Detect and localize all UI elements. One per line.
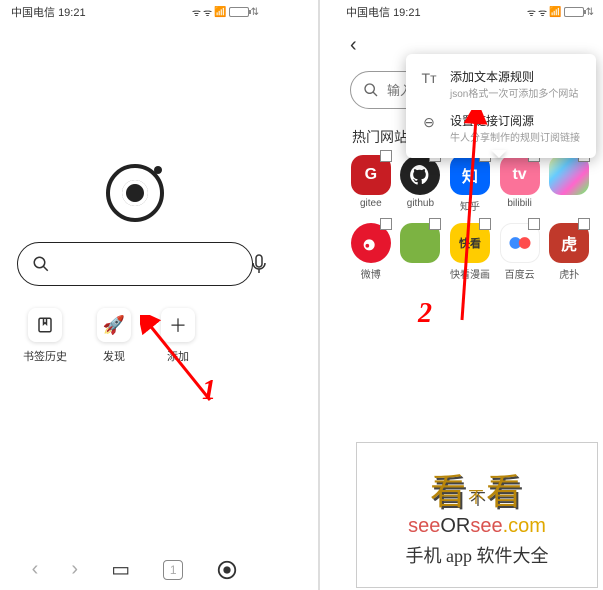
phone-screen-left: 中国电信 19:21 ᯤ ᯤ 📶 ⇅ 书签历史 🚀 发现 <box>5 0 265 590</box>
site-baiduyun[interactable]: 百度云 <box>497 223 543 281</box>
site-gitee[interactable]: Ggitee <box>348 155 394 213</box>
site-label: bilibili <box>507 198 531 209</box>
checkbox[interactable] <box>380 150 392 162</box>
status-bar: 中国电信 19:21 ᯤ ᯤ 📶 ⇅ <box>340 0 600 24</box>
search-icon <box>363 82 379 98</box>
action-label: 书签历史 <box>23 348 67 364</box>
menu-title: 添加文本源规则 <box>450 68 578 85</box>
signal2-icon: 📶 <box>549 7 561 18</box>
nav-menu-icon[interactable] <box>216 559 238 581</box>
site-label: 百度云 <box>505 266 535 281</box>
site-csdn[interactable] <box>546 155 592 213</box>
site-weibo[interactable]: 微博 <box>348 223 394 281</box>
battery-icon <box>564 7 584 17</box>
data-arrows-icon: ⇅ <box>586 7 594 18</box>
time: 19:21 <box>393 7 421 19</box>
site-green[interactable] <box>398 223 444 281</box>
watermark-url: seeORsee.com <box>408 515 546 538</box>
search-input[interactable] <box>60 256 241 272</box>
action-label: 发现 <box>103 348 125 364</box>
watermark-card: 看不看 seeORsee.com 手机 app 软件大全 <box>356 442 598 588</box>
site-label: gitee <box>360 198 382 209</box>
menu-subtitle: json格式一次可添加多个网站 <box>450 85 578 100</box>
bookmark-icon <box>28 308 62 342</box>
app-logo-wrap <box>5 164 265 222</box>
carrier: 中国电信 <box>11 7 55 19</box>
checkbox[interactable] <box>429 218 441 230</box>
site-github[interactable]: github <box>398 155 444 213</box>
search-bar[interactable] <box>17 242 253 286</box>
back-button[interactable]: ‹ <box>350 34 357 57</box>
checkbox[interactable] <box>578 218 590 230</box>
signal-icon: ᯤ <box>192 5 201 19</box>
site-label: github <box>407 198 434 209</box>
nav-back-icon[interactable]: ‹ <box>32 558 39 581</box>
mic-icon[interactable] <box>251 254 267 274</box>
text-format-icon: Tᴛ <box>418 70 440 86</box>
annotation-arrow-1 <box>140 315 220 415</box>
data-arrows-icon: ⇅ <box>251 7 259 18</box>
wifi-icon: ᯤ <box>538 5 547 19</box>
time: 19:21 <box>58 7 86 19</box>
signal-icon: ᯤ <box>527 5 536 19</box>
battery-icon <box>229 7 249 17</box>
vertical-divider <box>318 0 320 590</box>
nav-home-icon[interactable]: ▭ <box>111 557 130 582</box>
status-icons: ᯤ ᯤ 📶 ⇅ <box>192 5 259 19</box>
menu-item-text-source[interactable]: Tᴛ 添加文本源规则 json格式一次可添加多个网站 <box>406 62 596 106</box>
search-icon <box>32 255 50 273</box>
watermark-title: 看不看 <box>430 463 524 515</box>
rocket-icon: 🚀 <box>97 308 131 342</box>
nav-tabs-icon[interactable]: 1 <box>163 560 183 580</box>
topbar: ‹ Tᴛ 添加文本源规则 json格式一次可添加多个网站 ⊖ 设置链接订阅源 牛… <box>340 24 600 61</box>
bottom-nav: ‹ › ▭ 1 <box>5 557 265 582</box>
site-label: 虎扑 <box>559 266 579 281</box>
wifi-icon: ᯤ <box>203 5 212 19</box>
link-icon: ⊖ <box>418 114 440 131</box>
app-logo-icon <box>106 164 164 222</box>
checkbox[interactable] <box>380 218 392 230</box>
annotation-label-2: 2 <box>418 298 432 330</box>
status-icons: ᯤ ᯤ 📶 ⇅ <box>527 5 594 19</box>
status-bar: 中国电信 19:21 ᯤ ᯤ 📶 ⇅ <box>5 0 265 24</box>
nav-forward-icon[interactable]: › <box>71 558 78 581</box>
site-label: 微博 <box>361 266 381 281</box>
site-hupu[interactable]: 虎虎扑 <box>546 223 592 281</box>
discover-button[interactable]: 🚀 发现 <box>97 308 131 364</box>
bookmark-history-button[interactable]: 书签历史 <box>23 308 67 364</box>
watermark-subtitle: 手机 app 软件大全 <box>406 542 549 568</box>
carrier: 中国电信 <box>346 7 390 19</box>
annotation-arrow-2 <box>452 110 502 330</box>
signal2-icon: 📶 <box>214 7 226 18</box>
checkbox[interactable] <box>528 218 540 230</box>
